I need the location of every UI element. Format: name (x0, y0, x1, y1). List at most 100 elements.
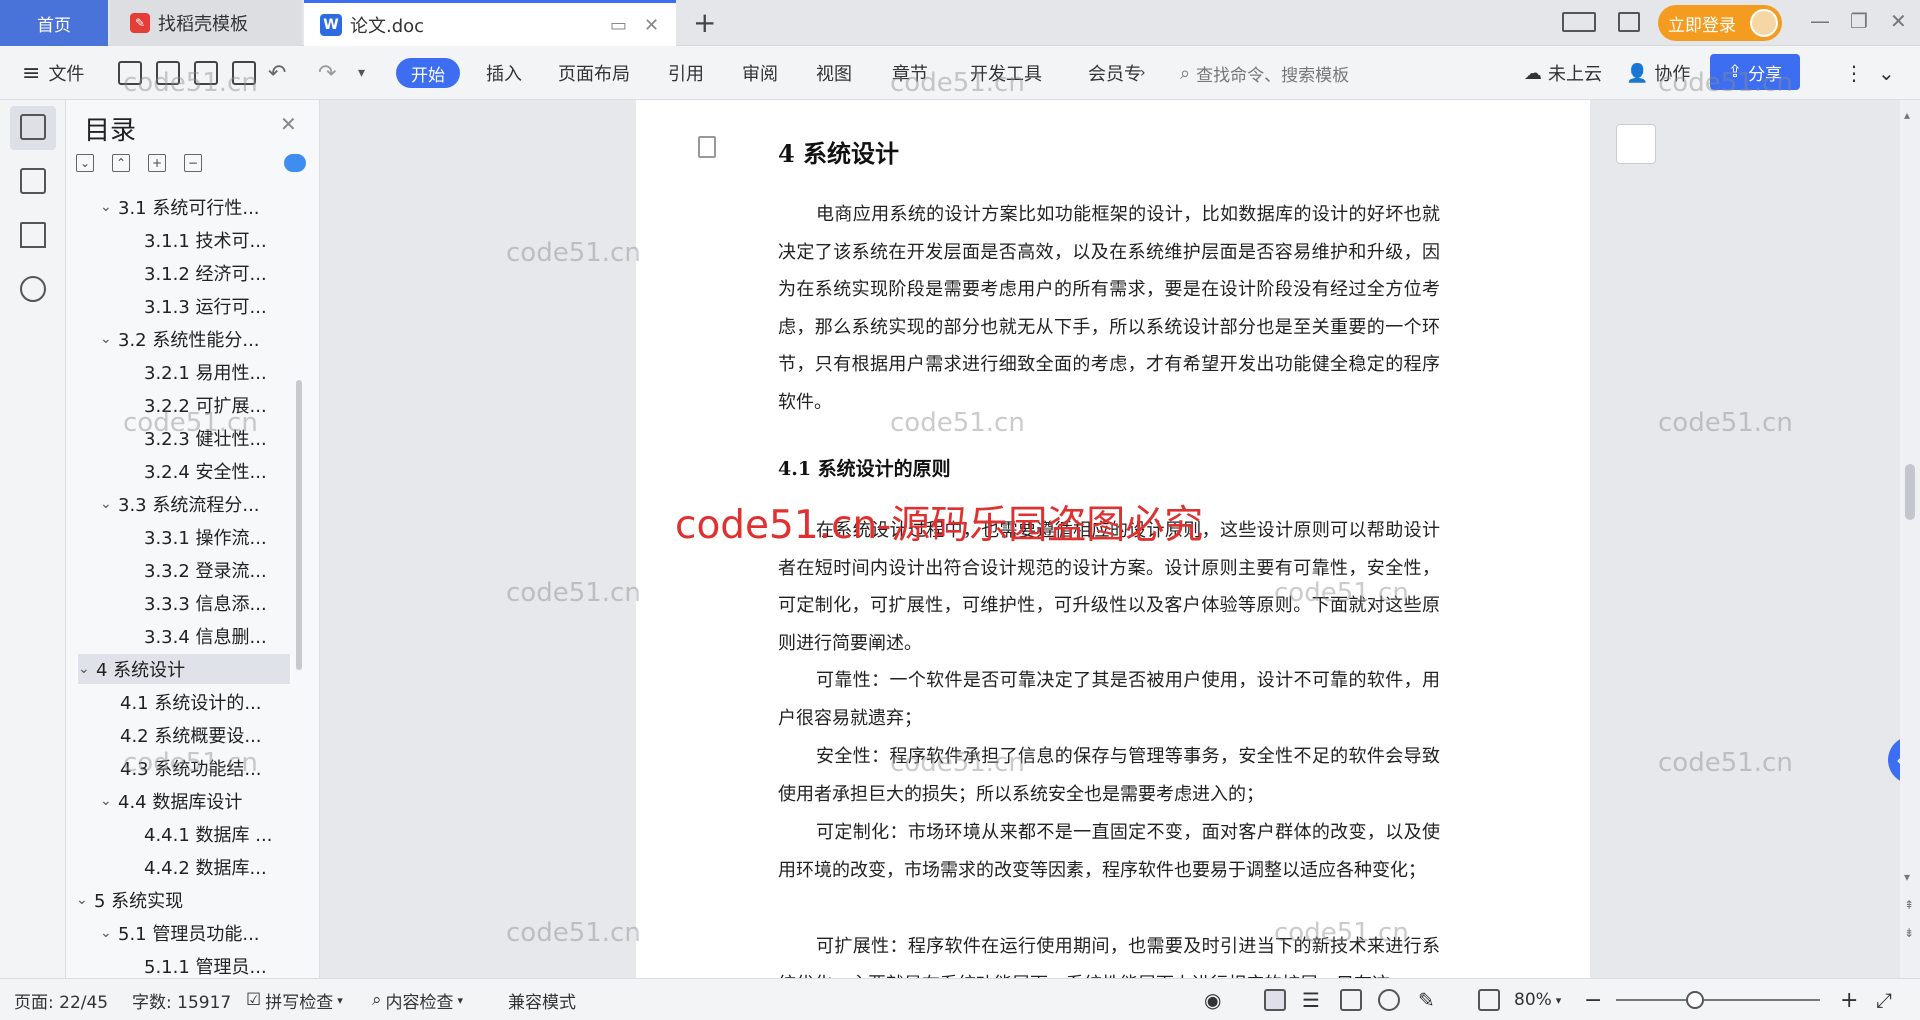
toc-scrollbar[interactable] (296, 380, 302, 670)
toc-item[interactable]: 3.2.3 健壮性... (66, 423, 298, 453)
read-view-icon[interactable] (1340, 989, 1362, 1011)
toc-item[interactable]: 3.1.3 运行可... (66, 291, 298, 321)
tab-start[interactable]: 开始 (396, 58, 460, 88)
command-search[interactable]: ⌕ 查找命令、搜索模板 (1180, 46, 1349, 100)
print-icon[interactable] (194, 61, 218, 85)
panel-toggle-button[interactable] (1616, 124, 1656, 164)
login-button[interactable]: 立即登录 (1658, 5, 1782, 41)
search-panel-icon[interactable] (20, 276, 46, 302)
page-indicator[interactable]: 页面: 22/45 (14, 979, 108, 1020)
toc-item[interactable]: ⌄ 3.1 系统可行性... (66, 192, 298, 222)
redo-icon[interactable]: ↷ (318, 46, 336, 100)
share-button[interactable]: ⇪ 分享 (1710, 54, 1800, 90)
collaborate-button[interactable]: 👤 协作 (1626, 46, 1690, 100)
navigation-icon[interactable] (20, 168, 46, 194)
tab-view[interactable]: 视图 (816, 46, 852, 100)
toc-icon[interactable] (20, 114, 46, 140)
chevron-down-icon[interactable]: ⌄ (100, 496, 118, 512)
expand-all-icon[interactable]: ⌄ (76, 154, 94, 172)
tab-chapter[interactable]: 章节 (892, 46, 928, 100)
maximize-icon[interactable]: ❐ (1850, 9, 1868, 33)
fit-page-icon[interactable] (1478, 989, 1500, 1011)
toc-item[interactable]: ⌄ 5.1 管理员功能... (66, 918, 298, 948)
toc-item[interactable]: 5.1.1 管理员... (66, 951, 298, 981)
pen-icon[interactable]: ✎ (1418, 979, 1435, 1020)
content-check-button[interactable]: ⌕ 内容检查 ▾ (372, 979, 463, 1020)
outline-view-icon[interactable]: ☰ (1302, 979, 1320, 1020)
toc-item[interactable]: ⌄ 4.4 数据库设计 (66, 786, 298, 816)
close-window-icon[interactable]: ✕ (1890, 9, 1907, 33)
toc-item[interactable]: 3.2.1 易用性... (66, 357, 298, 387)
page-view-icon[interactable] (1264, 989, 1286, 1011)
apps-grid-icon[interactable] (1618, 12, 1640, 32)
chevron-down-icon[interactable]: ⌄ (78, 661, 96, 677)
toc-item[interactable]: 4.1 系统设计的... (66, 687, 298, 717)
scroll-up-icon[interactable]: ▴ (1904, 108, 1910, 122)
cloud-status[interactable]: ☁ 未上云 (1524, 46, 1602, 100)
tab-references[interactable]: 引用 (668, 46, 704, 100)
word-count[interactable]: 字数: 15917 (132, 979, 231, 1020)
toc-item[interactable]: ⌄ 3.2 系统性能分... (66, 324, 298, 354)
toc-item[interactable]: 3.3.3 信息添... (66, 588, 298, 618)
minimize-icon[interactable]: — (1810, 9, 1830, 33)
export-icon[interactable] (156, 61, 180, 85)
scrollbar-thumb[interactable] (1905, 464, 1915, 520)
toc-item[interactable]: 3.1.1 技术可... (66, 225, 298, 255)
new-tab-icon[interactable]: + (693, 6, 716, 39)
zoom-in-icon[interactable]: + (1840, 979, 1858, 1020)
more-options-icon[interactable]: ⋮ (1844, 46, 1864, 100)
chevron-down-icon[interactable]: ⌄ (76, 892, 94, 908)
toc-item[interactable]: 3.2.4 安全性... (66, 456, 298, 486)
close-tab-icon[interactable]: ✕ (644, 15, 659, 36)
file-menu[interactable]: ≡ 文件 (22, 46, 84, 100)
chevron-down-icon[interactable]: ⌄ (100, 925, 118, 941)
undo-icon[interactable]: ↶ (268, 46, 286, 100)
window-icon[interactable]: ▭ (610, 15, 627, 36)
customize-icon[interactable]: ▾ (358, 46, 365, 100)
page-down-icon[interactable]: ⇟ (1904, 926, 1914, 940)
fullscreen-icon[interactable]: ⤢ (1876, 979, 1892, 1020)
zoom-level[interactable]: 80% ▾ (1514, 979, 1561, 1020)
eye-protection-icon[interactable]: ◉ (1204, 979, 1221, 1020)
zoom-slider[interactable] (1616, 999, 1820, 1001)
toc-item[interactable]: 4.4.1 数据库 ... (66, 819, 298, 849)
toc-item[interactable]: 3.1.2 经济可... (66, 258, 298, 288)
bookmark-icon[interactable] (20, 222, 46, 248)
zoom-out-icon[interactable]: − (1584, 979, 1602, 1020)
chevron-down-icon[interactable]: ⌄ (100, 793, 118, 809)
page-up-icon[interactable]: ⇞ (1904, 898, 1914, 912)
toc-item[interactable]: ⌄ 4 系统设计 (78, 654, 290, 684)
toc-item[interactable]: 4.2 系统概要设... (66, 720, 298, 750)
toc-item[interactable]: ⌄ 3.3 系统流程分... (66, 489, 298, 519)
tab-template[interactable]: ✎ 找稻壳模板 (110, 0, 302, 46)
toc-item[interactable]: 3.2.2 可扩展... (66, 390, 298, 420)
layout-icon[interactable] (1562, 12, 1596, 32)
toc-item[interactable]: 3.3.2 登录流... (66, 555, 298, 585)
remove-heading-icon[interactable]: − (184, 154, 202, 172)
toc-item[interactable]: 4.4.2 数据库... (66, 852, 298, 882)
vertical-scrollbar[interactable]: ▴ ▾ ⇞ ⇟ (1900, 100, 1920, 978)
add-heading-icon[interactable]: + (148, 154, 166, 172)
tab-review[interactable]: 审阅 (742, 46, 778, 100)
toc-item[interactable]: ⌄ 5 系统实现 (66, 885, 298, 915)
tab-page-layout[interactable]: 页面布局 (558, 46, 630, 100)
page-options-icon[interactable] (698, 136, 716, 158)
zoom-slider-thumb[interactable] (1686, 991, 1704, 1009)
tab-document[interactable]: W 论文.doc ▭ ✕ (304, 0, 676, 46)
spellcheck-button[interactable]: ☑ 拼写检查 ▾ (246, 979, 343, 1020)
toc-item[interactable]: 3.3.1 操作流... (66, 522, 298, 552)
tab-home[interactable]: 首页 (0, 0, 108, 46)
chevron-down-icon[interactable]: ⌄ (100, 199, 118, 215)
print-preview-icon[interactable] (232, 61, 256, 85)
toc-item[interactable]: 4.3 系统功能结... (66, 753, 298, 783)
tab-developer[interactable]: 开发工具 (970, 46, 1042, 100)
more-tabs-icon[interactable]: › (1140, 46, 1146, 100)
toc-item[interactable]: 3.3.4 信息删... (66, 621, 298, 651)
save-icon[interactable] (118, 61, 142, 85)
scroll-down-icon[interactable]: ▾ (1904, 870, 1910, 884)
close-icon[interactable]: ✕ (280, 112, 297, 136)
tab-insert[interactable]: 插入 (486, 46, 522, 100)
chevron-down-icon[interactable]: ⌄ (100, 331, 118, 347)
ai-assistant-icon[interactable] (284, 154, 306, 172)
side-panel-tab[interactable]: ‹ (1888, 736, 1900, 784)
